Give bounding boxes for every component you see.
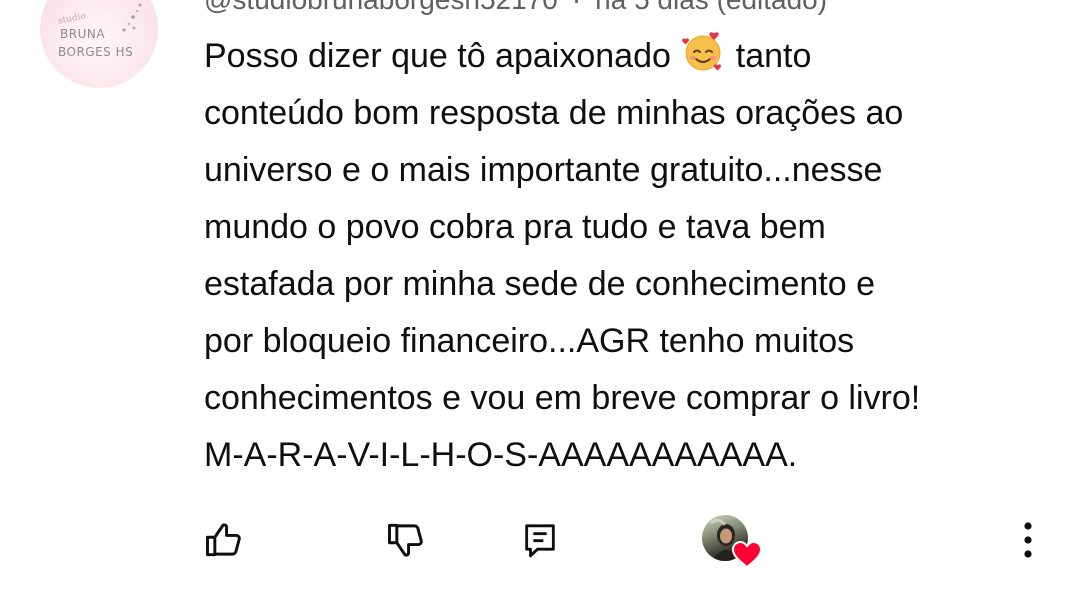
comment-line: por bloqueio financeiro...AGR tenho muit… xyxy=(204,322,855,360)
comment-line: conteúdo bom resposta de minhas orações … xyxy=(204,94,904,132)
comment-line: Posso dizer que tô apaixonado tanto xyxy=(204,28,1054,85)
comment-screen: studio BRUNA BORGES HS @studiobrunaborge… xyxy=(0,0,1079,589)
reply-button[interactable] xyxy=(516,516,564,564)
creator-heart[interactable] xyxy=(702,515,764,573)
comment-line: estafada por minha sede de conhecimento … xyxy=(204,265,876,303)
avatar-studio-text: studio xyxy=(57,11,87,27)
comment-reply-icon xyxy=(525,524,555,558)
avatar-brand-line2: BORGES HS xyxy=(58,45,134,59)
avatar-brand-line1: BRUNA xyxy=(60,27,106,41)
comment-timestamp: há 5 dias xyxy=(595,0,709,15)
thumbs-down-icon xyxy=(388,523,423,557)
heart-icon xyxy=(732,541,762,569)
comment-line-text: Posso dizer que tô apaixonado xyxy=(204,37,671,75)
comment-header: @studiobrunaborgesh52170·há 5 dias (edit… xyxy=(204,0,827,16)
more-vertical-icon xyxy=(1024,522,1032,558)
comment-line: conhecimentos e vou em breve comprar o l… xyxy=(204,379,921,417)
author-handle[interactable]: @studiobrunaborgesh52170 xyxy=(204,0,558,15)
edited-label: (editado) xyxy=(717,0,828,15)
author-avatar[interactable]: studio BRUNA BORGES HS xyxy=(40,0,158,88)
comment-text: Posso dizer que tô apaixonado tanto cont… xyxy=(204,28,1054,484)
sparkle-icon xyxy=(122,3,142,32)
thumbs-up-icon xyxy=(206,523,241,557)
dislike-button[interactable] xyxy=(382,516,430,564)
comment-line: mundo o povo cobra pra tudo e tava bem xyxy=(204,208,826,246)
like-button[interactable] xyxy=(200,516,248,564)
comment-line: universo e o mais importante gratuito...… xyxy=(204,151,883,189)
comment-line-text: tanto xyxy=(735,37,812,75)
comment-line: M-A-R-A-V-I-L-H-O-S-AAAAAAAAAAA. xyxy=(204,436,798,474)
more-options-button[interactable] xyxy=(1004,516,1052,564)
smiling-face-with-hearts-icon xyxy=(682,32,722,71)
